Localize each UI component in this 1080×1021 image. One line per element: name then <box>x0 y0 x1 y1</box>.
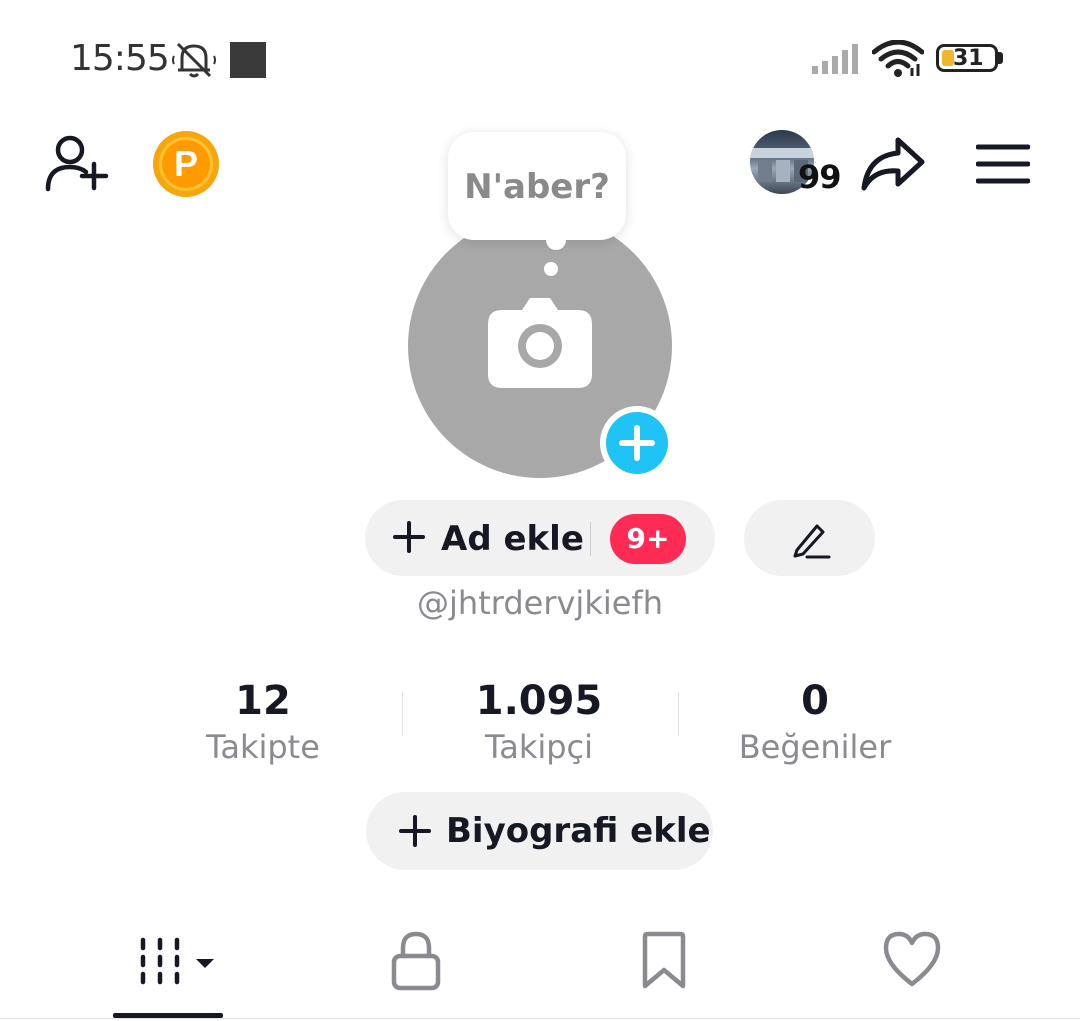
plus-icon <box>398 814 432 853</box>
following-label[interactable]: Takipte <box>143 728 383 766</box>
following-count[interactable]: 12 <box>143 678 383 724</box>
username: @jhtrdervjkiefh <box>417 584 663 622</box>
tab-liked[interactable] <box>882 930 942 1000</box>
share-icon[interactable] <box>860 136 926 197</box>
mute-notification-icon <box>172 40 216 85</box>
notification-square-icon <box>230 42 266 78</box>
battery-level: 31 <box>953 46 984 71</box>
followers-label[interactable]: Takipçi <box>419 728 659 766</box>
add-bio-label: Biyografi ekle <box>446 811 711 851</box>
add-name-label: Ad ekle <box>441 519 584 559</box>
pencil-icon <box>791 520 831 565</box>
heart-icon <box>882 931 942 992</box>
tab-private[interactable] <box>390 930 442 1000</box>
likes-label[interactable]: Beğeniler <box>695 728 935 766</box>
status-bubble[interactable]: N'aber? <box>448 132 626 240</box>
story-count-badge: 99 <box>798 158 842 196</box>
likes-count[interactable]: 0 <box>695 678 935 724</box>
battery-indicator: 31 <box>936 44 998 72</box>
wifi-icon <box>871 39 925 83</box>
tab-saved[interactable] <box>640 930 688 1000</box>
notification-badge: 9+ <box>610 514 686 564</box>
status-time: 15:55 <box>70 38 170 79</box>
camera-icon <box>488 296 592 393</box>
followers-count[interactable]: 1.095 <box>419 678 659 724</box>
signal-icon <box>812 44 860 79</box>
bookmark-icon <box>640 931 688 996</box>
plus-icon <box>392 520 426 559</box>
menu-icon[interactable] <box>975 144 1031 189</box>
tab-videos[interactable] <box>138 930 220 1000</box>
coin-icon[interactable]: P <box>153 131 219 197</box>
grid-icon <box>138 937 220 990</box>
add-friend-icon[interactable] <box>44 134 110 197</box>
add-photo-button[interactable] <box>600 406 674 480</box>
lock-icon <box>390 931 442 996</box>
